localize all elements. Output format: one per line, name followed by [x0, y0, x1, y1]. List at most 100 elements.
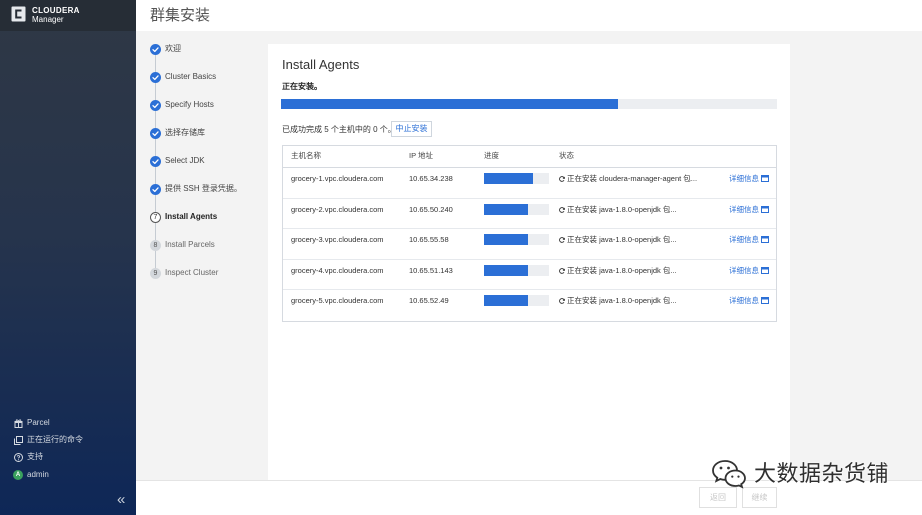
host-ip: 10.65.50.240	[409, 204, 453, 214]
host-progress-bar	[484, 264, 549, 276]
host-ip: 10.65.34.238	[409, 174, 453, 183]
step-label: 欢迎	[165, 44, 181, 53]
host-status: 正在安装 java-1.8.0-openjdk 包...	[559, 204, 677, 216]
running-commands-icon	[13, 435, 23, 445]
host-name: grocery-5.vpc.cloudera.com	[291, 296, 384, 306]
host-status-text: 正在安装 java-1.8.0-openjdk 包...	[567, 265, 677, 275]
table-row: grocery-5.vpc.cloudera.com 10.65.52.49 正…	[283, 290, 776, 321]
sidebar-header: CLOUDERA Manager	[0, 0, 136, 31]
details-link[interactable]: 详细信息	[729, 173, 759, 185]
step-label: Inspect Cluster	[165, 268, 219, 277]
table-row: grocery-3.vpc.cloudera.com 10.65.55.58 正…	[283, 229, 776, 260]
column-header-ip: IP 地址	[409, 151, 434, 160]
sidebar: CLOUDERA Manager Parcel 正在运行的命令 支持 A adm…	[0, 0, 136, 515]
host-status-text: 正在安装 java-1.8.0-openjdk 包...	[567, 296, 677, 306]
details-link[interactable]: 详细信息	[729, 265, 759, 277]
open-window-icon[interactable]	[761, 297, 769, 305]
wizard-step-welcome: 欢迎	[150, 43, 262, 55]
host-status: 正在安装 java-1.8.0-openjdk 包...	[559, 234, 677, 246]
host-status-text: 正在安装 cloudera-manager-agent 包...	[567, 174, 698, 183]
details-link[interactable]: 详细信息	[729, 295, 759, 307]
overall-progress-bar	[281, 99, 777, 109]
host-progress-bar	[484, 203, 549, 215]
logo-brand: CLOUDERA	[32, 6, 80, 15]
column-header-status: 状态	[559, 151, 574, 160]
host-progress-fill	[484, 264, 529, 276]
sidebar-item-label: 支持	[27, 452, 43, 461]
spinner-icon	[559, 237, 565, 244]
host-status-text: 正在安装 java-1.8.0-openjdk 包...	[567, 204, 677, 214]
wizard-step-select-repository: 选择存储库	[150, 127, 262, 139]
open-window-icon[interactable]	[761, 236, 769, 244]
host-status: 正在安装 cloudera-manager-agent 包...	[559, 173, 697, 185]
cloudera-manager-logo[interactable]: CLOUDERA Manager	[0, 0, 100, 31]
table-row: grocery-2.vpc.cloudera.com 10.65.50.240 …	[283, 199, 776, 230]
details-link[interactable]: 详细信息	[729, 204, 759, 216]
cloudera-c-icon	[11, 6, 26, 22]
step-label: 选择存储库	[165, 128, 205, 137]
spinner-icon	[559, 176, 565, 182]
check-circle-icon	[150, 155, 161, 167]
install-agents-panel: Install Agents 正在安装。 已成功完成 5 个主机中的 0 个。 …	[268, 44, 790, 480]
step-label: Cluster Basics	[165, 72, 217, 81]
wizard-step-specify-hosts: Specify Hosts	[150, 99, 262, 111]
host-progress-bar	[484, 234, 549, 246]
wizard-step-install-agents: 7 Install Agents	[150, 211, 262, 223]
collapse-sidebar-icon[interactable]: «	[117, 492, 125, 508]
gift-icon	[13, 418, 23, 428]
sidebar-item-support[interactable]: 支持	[13, 451, 43, 463]
open-window-icon[interactable]	[761, 266, 769, 274]
sidebar-item-label: admin	[27, 470, 49, 479]
open-window-icon[interactable]	[761, 205, 769, 213]
back-button[interactable]: 返回	[699, 487, 737, 508]
host-name: grocery-2.vpc.cloudera.com	[291, 204, 384, 214]
sidebar-item-label: 正在运行的命令	[27, 435, 83, 444]
column-header-hostname: 主机名称	[291, 151, 321, 160]
sidebar-item-label: Parcel	[27, 418, 50, 427]
host-progress-fill	[484, 203, 529, 215]
help-icon	[13, 452, 23, 462]
spinner-icon	[559, 298, 565, 305]
step-number-badge: 8	[150, 239, 161, 251]
open-window-icon[interactable]	[761, 175, 769, 182]
check-circle-icon	[150, 183, 161, 195]
host-status: 正在安装 java-1.8.0-openjdk 包...	[559, 265, 677, 277]
table-row: grocery-1.vpc.cloudera.com 10.65.34.238 …	[283, 168, 776, 199]
sidebar-item-running-commands[interactable]: 正在运行的命令	[13, 434, 83, 446]
spinner-icon	[559, 206, 565, 213]
abort-install-button[interactable]: 中止安装	[391, 121, 432, 137]
step-number-badge: 9	[150, 267, 161, 279]
watermark-text: 大数据杂货铺	[754, 461, 890, 486]
host-status: 正在安装 java-1.8.0-openjdk 包...	[559, 295, 677, 307]
wizard-step-select-jdk: Select JDK	[150, 155, 262, 167]
details-link[interactable]: 详细信息	[729, 234, 759, 246]
column-header-progress: 进度	[484, 151, 499, 160]
wizard-step-inspect-cluster: 9 Inspect Cluster	[150, 267, 262, 279]
check-circle-icon	[150, 43, 161, 55]
host-name: grocery-4.vpc.cloudera.com	[291, 265, 384, 275]
continue-button[interactable]: 继续	[742, 487, 777, 508]
install-status-text: 正在安装。	[282, 82, 322, 91]
avatar: A	[13, 470, 23, 480]
host-ip: 10.65.55.58	[409, 235, 449, 245]
host-ip: 10.65.51.143	[409, 265, 453, 275]
section-title: Install Agents	[282, 57, 360, 72]
wechat-icon	[711, 459, 747, 489]
page-header: 群集安装	[136, 0, 922, 31]
install-summary-text: 已成功完成 5 个主机中的 0 个。	[282, 125, 396, 134]
step-label: Install Agents	[165, 212, 218, 221]
host-progress-bar	[484, 173, 549, 184]
step-number-badge: 7	[150, 211, 161, 223]
host-progress-fill	[484, 295, 529, 307]
page-title: 群集安装	[150, 7, 211, 24]
overall-progress-fill	[281, 99, 619, 109]
logo-product: Manager	[32, 15, 64, 24]
hosts-table: 主机名称 IP 地址 进度 状态 grocery-1.vpc.cloudera.…	[282, 145, 777, 322]
host-progress-fill	[484, 173, 533, 184]
sidebar-item-user-admin[interactable]: A admin	[13, 469, 49, 481]
host-name: grocery-1.vpc.cloudera.com	[291, 174, 384, 183]
host-progress-bar	[484, 295, 549, 307]
check-circle-icon	[150, 127, 161, 139]
step-label: Select JDK	[165, 156, 205, 165]
sidebar-item-parcel[interactable]: Parcel	[13, 417, 50, 429]
